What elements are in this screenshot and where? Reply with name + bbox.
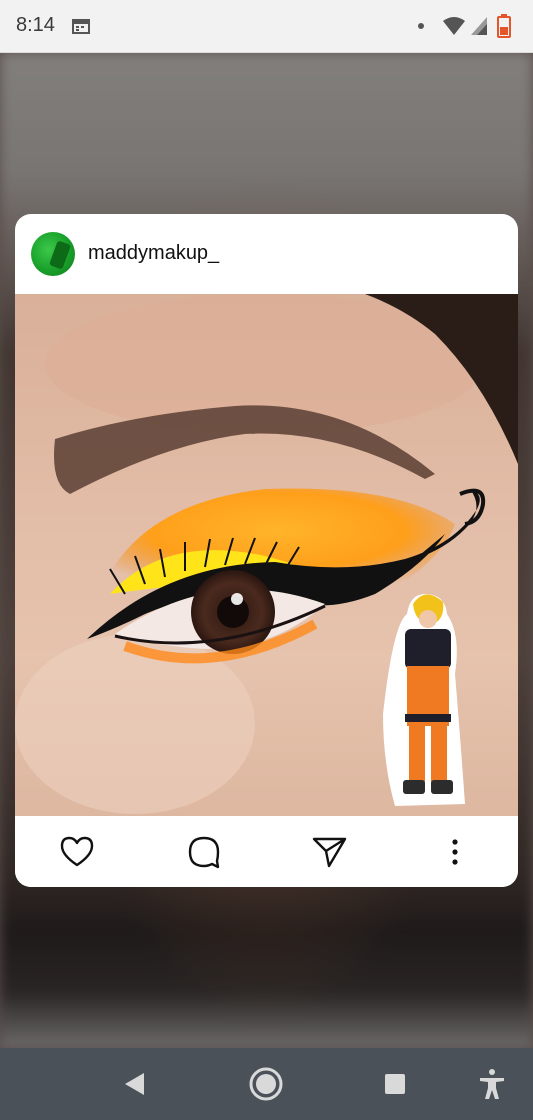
accessibility-icon[interactable] <box>474 1066 510 1102</box>
back-icon[interactable] <box>117 1066 153 1102</box>
home-icon[interactable] <box>248 1066 284 1102</box>
signal-icon <box>471 17 487 35</box>
comment-icon[interactable] <box>186 834 222 870</box>
post-preview-card: maddymakup_ <box>15 214 518 887</box>
post-action-bar <box>15 816 518 887</box>
avatar[interactable] <box>31 232 75 276</box>
like-icon[interactable] <box>59 834 95 870</box>
recents-icon[interactable] <box>377 1066 413 1102</box>
post-image[interactable] <box>15 294 518 816</box>
status-bar: 8:14 <box>0 0 533 53</box>
share-icon[interactable] <box>311 834 347 870</box>
navigation-bar <box>0 1048 533 1120</box>
character-sticker <box>383 594 465 806</box>
more-options-icon[interactable] <box>437 834 473 870</box>
post-username[interactable]: maddymakup_ <box>88 242 219 265</box>
battery-icon <box>497 14 511 38</box>
notification-dot-icon <box>418 23 424 29</box>
calendar-icon <box>72 19 90 34</box>
post-header: maddymakup_ <box>15 214 518 294</box>
status-time: 8:14 <box>16 14 55 36</box>
wifi-icon <box>443 17 465 35</box>
makeup-photo <box>15 294 518 814</box>
